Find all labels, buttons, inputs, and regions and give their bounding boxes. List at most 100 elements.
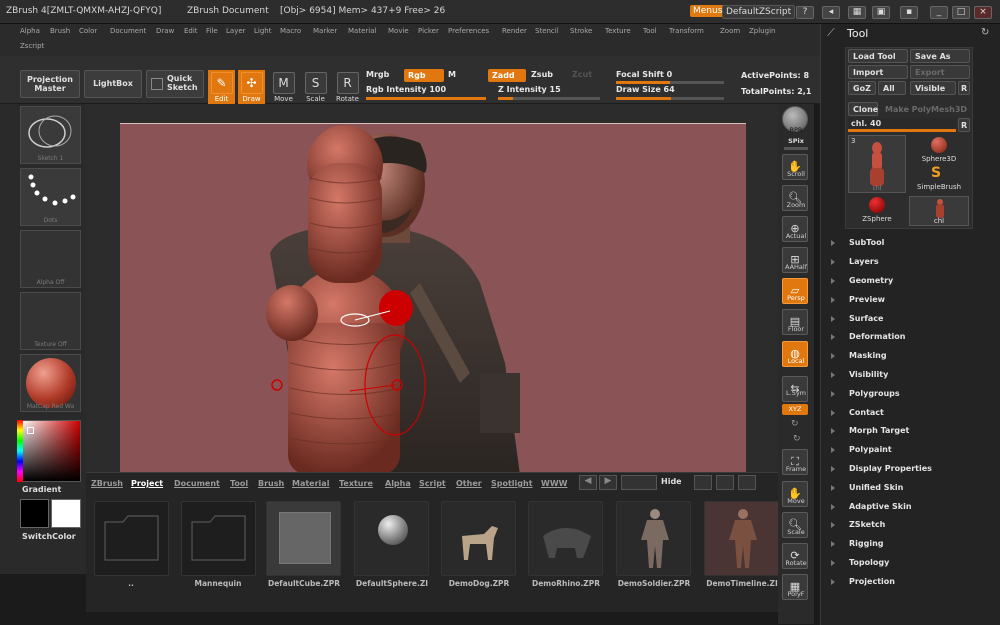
current-tool-slider[interactable]: chl. 40 [848,118,956,132]
section-surface[interactable]: Surface [849,314,883,323]
demosoldier-item[interactable] [616,501,691,576]
r-tool-button[interactable]: R [958,118,970,132]
stroke-thumbnail[interactable]: Sketch 1 [20,106,81,164]
menu-brush[interactable]: Brush [50,27,70,35]
arrow-left-icon[interactable]: ◂ [822,6,840,19]
menu-file[interactable]: File [206,27,218,35]
help-icon[interactable]: ? [796,6,814,19]
material-thumbnail[interactable]: MatCap Red Wa [20,354,81,412]
section-unified-skin[interactable]: Unified Skin [849,483,903,492]
section-masking[interactable]: Masking [849,351,887,360]
tab-tool[interactable]: Tool [230,479,248,488]
pin-icon[interactable]: ⟋ [827,26,835,40]
next-arrow-icon[interactable]: ▶ [599,475,617,490]
tool-thumb-chl-small[interactable]: chl [909,196,969,226]
section-polypaint[interactable]: Polypaint [849,445,892,454]
rgb-intensity-slider[interactable] [366,97,486,100]
draw-size-slider[interactable] [616,97,724,100]
menu-preferences[interactable]: Preferences [448,27,489,35]
alpha-stroke-thumbnail[interactable]: Dots [20,168,81,226]
menu-stroke[interactable]: Stroke [570,27,592,35]
rotate-y-icon[interactable]: ↻ [791,419,799,429]
section-geometry[interactable]: Geometry [849,276,893,285]
refresh-icon[interactable]: ↻ [981,27,989,38]
section-zsketch[interactable]: ZSketch [849,520,885,529]
goz-button[interactable]: GoZ [848,81,876,95]
mannequin-folder-item[interactable] [181,501,256,576]
gradient-label[interactable]: Gradient [22,485,61,494]
section-visibility[interactable]: Visibility [849,370,888,379]
quick-sketch-button[interactable]: Quick Sketch [146,70,204,98]
tab-project[interactable]: Project [131,479,163,488]
document-canvas[interactable] [120,123,746,475]
menu-draw[interactable]: Draw [156,27,174,35]
menu-marker[interactable]: Marker [313,27,337,35]
menu-texture[interactable]: Texture [605,27,631,35]
focal-shift-slider[interactable] [616,81,724,84]
visible-button[interactable]: Visible [910,81,956,95]
list-view-icon[interactable] [738,475,756,490]
menu-transform[interactable]: Transform [669,27,704,35]
default-zscript-button[interactable]: DefaultZScript [722,5,796,19]
zadd-button[interactable]: Zadd [488,69,526,82]
color-picker[interactable] [17,420,81,482]
tab-script[interactable]: Script [419,479,446,488]
new-folder-button[interactable] [621,475,657,490]
rgb-button[interactable]: Rgb [404,69,444,82]
tab-zbrush[interactable]: ZBrush [91,479,123,488]
section-subtool[interactable]: SubTool [849,238,884,247]
defaultcube-item[interactable] [266,501,341,576]
menu-document[interactable]: Document [110,27,146,35]
demodog-item[interactable] [441,501,516,576]
section-polygroups[interactable]: Polygroups [849,389,900,398]
menus-button[interactable]: Menus [690,5,726,17]
section-morph-target[interactable]: Morph Target [849,426,909,435]
parent-folder-item[interactable] [94,501,169,576]
menu-macro[interactable]: Macro [280,27,301,35]
main-color-swatch[interactable] [51,499,81,528]
tab-material[interactable]: Material [292,479,329,488]
menu-alpha[interactable]: Alpha [20,27,40,35]
tab-document[interactable]: Document [174,479,220,488]
r-button[interactable]: R [958,81,970,95]
menu-zplugin[interactable]: Zplugin [749,27,775,35]
menu-material[interactable]: Material [348,27,376,35]
alpha-thumbnail[interactable]: Alpha Off [20,230,81,288]
secondary-color-swatch[interactable] [20,499,49,528]
load-tool-button[interactable]: Load Tool [848,49,908,63]
maximize-icon[interactable]: □ [952,6,970,19]
spix-slider[interactable] [784,147,808,150]
tab-alpha[interactable]: Alpha [385,479,411,488]
export-button[interactable]: Export [910,65,970,79]
section-projection[interactable]: Projection [849,577,895,586]
menu-zoom[interactable]: Zoom [720,27,740,35]
menu-picker[interactable]: Picker [418,27,439,35]
section-contact[interactable]: Contact [849,408,884,417]
lightbox-button[interactable]: LightBox [84,70,142,98]
lock-icon[interactable]: ▪ [900,6,918,19]
tool-thumb-simplebrush[interactable]: S SimpleBrush [909,165,969,195]
menu-layer[interactable]: Layer [226,27,246,35]
m-button[interactable]: M [448,70,456,79]
prev-arrow-icon[interactable]: ◀ [579,475,597,490]
import-button[interactable]: Import [848,65,908,79]
grid-view-icon[interactable] [716,475,734,490]
zcut-button[interactable]: Zcut [572,70,592,79]
tab-other[interactable]: Other [456,479,482,488]
tab-brush[interactable]: Brush [258,479,284,488]
demorhino-item[interactable] [528,501,603,576]
small-view-icon[interactable] [694,475,712,490]
layout2-icon[interactable]: ▣ [872,6,890,19]
switchcolor-button[interactable]: SwitchColor [22,532,76,541]
mrgb-button[interactable]: Mrgb [366,70,389,79]
clone-button[interactable]: Clone [848,102,878,116]
menu-light[interactable]: Light [254,27,271,35]
menu-render[interactable]: Render [502,27,527,35]
minimize-icon[interactable]: _ [930,6,948,19]
rotate-z-icon[interactable]: ↻ [793,434,801,444]
section-topology[interactable]: Topology [849,558,889,567]
menu-color[interactable]: Color [79,27,97,35]
all-button[interactable]: All [878,81,906,95]
zsub-button[interactable]: Zsub [531,70,553,79]
tab-spotlight[interactable]: Spotlight [491,479,533,488]
